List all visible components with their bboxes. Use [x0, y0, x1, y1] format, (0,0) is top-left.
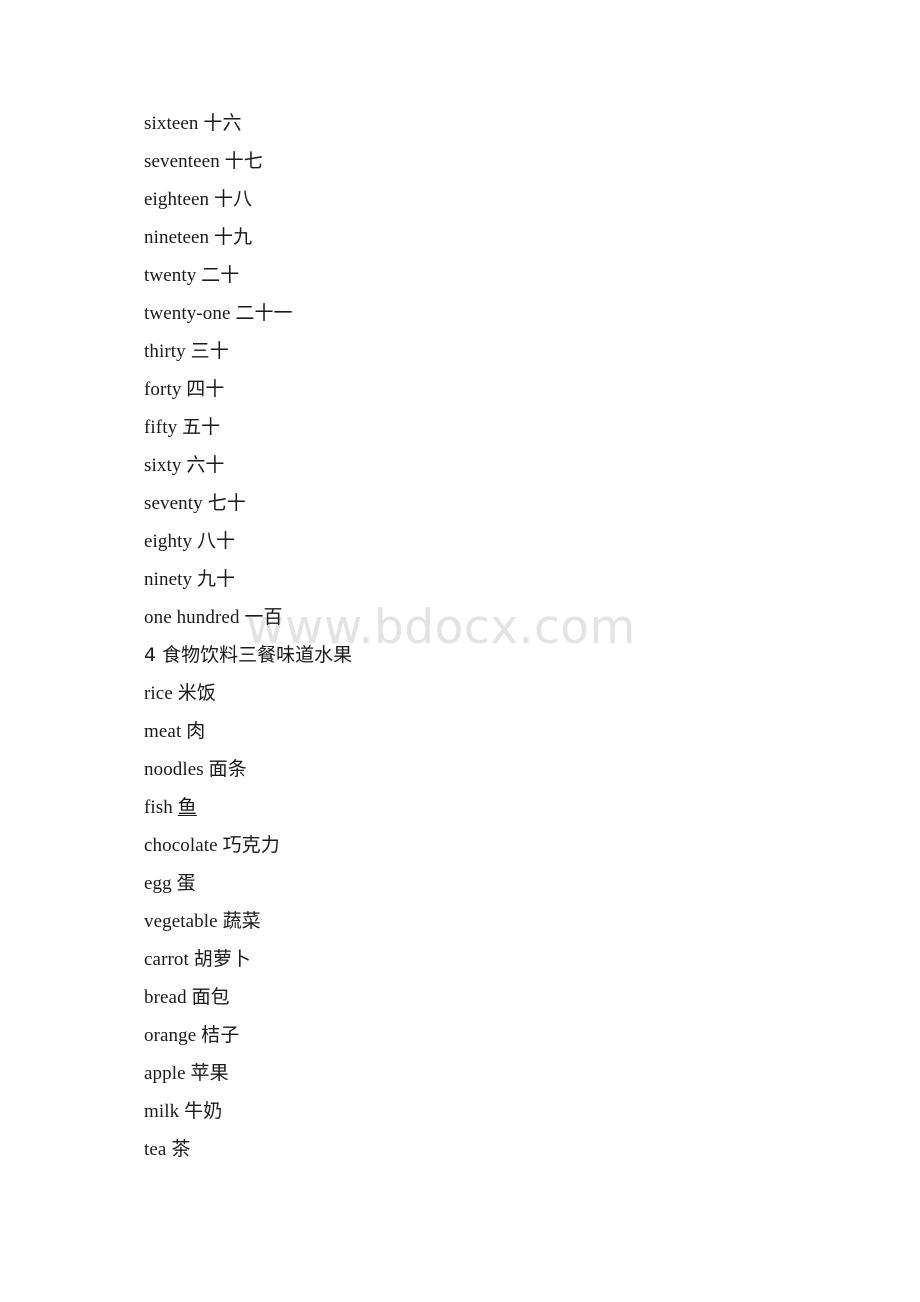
entry-english: forty: [144, 379, 182, 400]
entry-english: fish: [144, 797, 173, 818]
entry-chinese: 茶: [171, 1138, 191, 1160]
entry-chinese: 二十一: [235, 302, 293, 324]
entry-chinese: 蛋: [176, 872, 196, 894]
document-body: sixteen 十六 seventeen 十七 eighteen 十八 ninetee…: [0, 0, 920, 1168]
entry-chinese: 苹果: [190, 1062, 229, 1084]
vocabulary-entry: thirty 三十: [144, 332, 920, 370]
entry-english: carrot: [144, 949, 189, 970]
entry-english: one hundred: [144, 607, 240, 628]
entry-chinese: 十八: [214, 188, 253, 210]
entry-english: milk: [144, 1101, 180, 1122]
entry-english: eighty: [144, 531, 193, 552]
entry-english: vegetable: [144, 911, 218, 932]
entry-chinese: 四十: [186, 378, 225, 400]
entry-chinese: 五十: [182, 416, 221, 438]
vocabulary-entry: chocolate 巧克力: [144, 826, 920, 864]
vocabulary-entry: meat 肉: [144, 712, 920, 750]
entry-english: twenty-one: [144, 303, 231, 324]
entry-english: seventeen: [144, 151, 220, 172]
vocabulary-entry: forty 四十: [144, 370, 920, 408]
entry-chinese: 胡萝卜: [193, 948, 252, 970]
entry-english: noodles: [144, 759, 204, 780]
entry-chinese: 三十: [190, 340, 229, 362]
section-heading: 4 食物饮料三餐味道水果: [144, 644, 353, 666]
vocabulary-entry: noodles 面条: [144, 750, 920, 788]
vocabulary-entry: sixty 六十: [144, 446, 920, 484]
vocabulary-entry: nineteen 十九: [144, 218, 920, 256]
vocabulary-entry: rice 米饭: [144, 674, 920, 712]
entry-chinese: 九十: [196, 568, 236, 590]
entry-english: sixty: [144, 455, 182, 476]
entry-english: bread: [144, 987, 187, 1008]
entry-english: rice: [144, 683, 173, 704]
entry-english: apple: [144, 1063, 186, 1084]
entry-chinese: 十六: [203, 112, 242, 134]
vocabulary-entry: apple 苹果: [144, 1054, 920, 1092]
entry-english: egg: [144, 873, 172, 894]
entry-english: orange: [144, 1025, 197, 1046]
entry-chinese: 十九: [214, 226, 253, 248]
entry-english: eighteen: [144, 189, 210, 210]
vocabulary-entry: fish 鱼: [144, 788, 920, 826]
vocabulary-entry: egg 蛋: [144, 864, 920, 902]
vocabulary-entry: twenty-one 二十一: [144, 294, 920, 332]
entry-chinese: 鱼: [177, 796, 197, 818]
entry-chinese: 巧克力: [222, 834, 280, 856]
vocabulary-entry: eighteen 十八: [144, 180, 920, 218]
vocabulary-entry: ninety 九十: [144, 560, 920, 598]
entry-chinese: 一百: [244, 606, 283, 628]
entry-english: chocolate: [144, 835, 218, 856]
entry-chinese: 蔬菜: [222, 910, 261, 932]
entry-chinese: 桔子: [201, 1024, 240, 1046]
entry-english: twenty: [144, 265, 197, 286]
vocabulary-entry: orange 桔子: [144, 1016, 920, 1054]
entry-english: thirty: [144, 341, 186, 362]
vocabulary-entry: carrot 胡萝卜: [144, 940, 920, 978]
document-page: www.bdocx.com sixteen 十六 seventeen 十七 eigh…: [0, 0, 920, 1302]
entry-english: fifty: [144, 417, 178, 438]
entry-chinese: 面包: [191, 986, 230, 1008]
entry-english: meat: [144, 721, 182, 742]
entry-english: ninety: [144, 569, 193, 590]
entry-english: tea: [144, 1139, 167, 1160]
entry-chinese: 七十: [207, 492, 246, 514]
vocabulary-entry: bread 面包: [144, 978, 920, 1016]
entry-english: nineteen: [144, 227, 210, 248]
entry-chinese: 米饭: [177, 682, 216, 704]
entry-english: seventy: [144, 493, 203, 514]
entry-chinese: 牛奶: [184, 1100, 223, 1122]
entry-chinese: 十七: [224, 150, 263, 172]
vocabulary-entry: seventeen 十七: [144, 142, 920, 180]
vocabulary-entry: twenty 二十: [144, 256, 920, 294]
vocabulary-entry: milk 牛奶: [144, 1092, 920, 1130]
vocabulary-entry: vegetable 蔬菜: [144, 902, 920, 940]
vocabulary-entry: fifty 五十: [144, 408, 920, 446]
vocabulary-entry: eighty 八十: [144, 522, 920, 560]
entry-chinese: 六十: [186, 454, 225, 476]
entry-chinese: 肉: [186, 720, 206, 742]
entry-chinese: 八十: [196, 530, 236, 552]
vocabulary-entry: sixteen 十六: [144, 104, 920, 142]
vocabulary-entry: seventy 七十: [144, 484, 920, 522]
entry-chinese: 二十: [201, 264, 240, 286]
vocabulary-entry: one hundred 一百: [144, 598, 920, 636]
vocabulary-entry: tea 茶: [144, 1130, 920, 1168]
entry-english: sixteen: [144, 113, 199, 134]
entry-chinese: 面条: [208, 758, 247, 780]
